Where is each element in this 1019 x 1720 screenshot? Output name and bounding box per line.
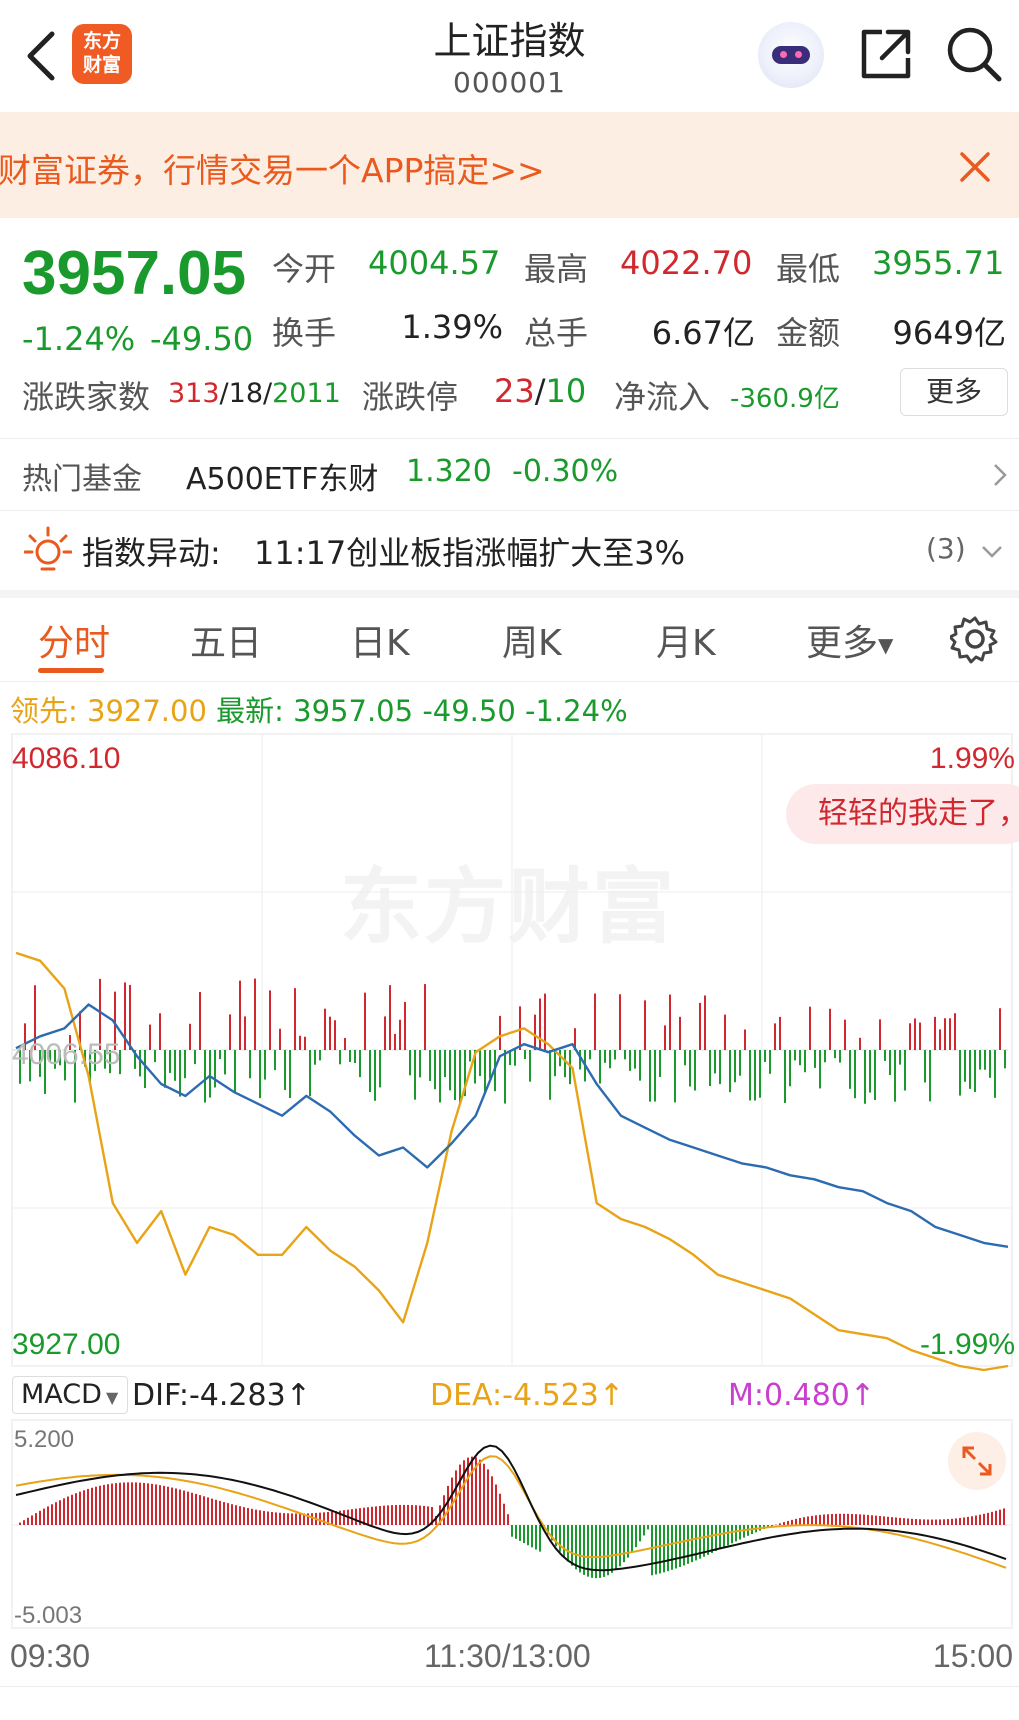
- time-mid: 11:30/13:00: [424, 1638, 591, 1674]
- axis-top-price: 4086.10: [12, 742, 121, 775]
- dropdown-caret-icon: ▼: [105, 1388, 119, 1407]
- macd-top-value: 5.200: [14, 1426, 75, 1453]
- macd-m: M:0.480↑: [728, 1378, 876, 1413]
- axis-top-pct: 1.99%: [929, 742, 1015, 775]
- time-start: 09:30: [10, 1638, 91, 1674]
- axis-bottom-pct: -1.99%: [919, 1328, 1015, 1361]
- macd-dif: DIF:-4.283↑: [132, 1378, 311, 1413]
- macd-grid: [11, 1419, 1013, 1629]
- axis-mid-price: 4006.55: [12, 1038, 121, 1071]
- indicator-selector[interactable]: MACD ▼: [12, 1376, 128, 1414]
- macd-frame: [11, 1419, 1013, 1629]
- expand-chart-button[interactable]: [948, 1432, 1006, 1490]
- bottom-strip: [0, 1686, 1019, 1720]
- macd-header: MACD ▼ DIF:-4.283↑ DEA:-4.523↑ M:0.480↑: [0, 1370, 1019, 1420]
- expand-icon: [962, 1446, 992, 1476]
- time-end: 15:00: [932, 1638, 1013, 1674]
- comment-bubble[interactable]: 轻轻的我走了，: [786, 784, 1019, 844]
- axis-bottom-price: 3927.00: [12, 1328, 121, 1361]
- indicator-selector-label: MACD: [21, 1379, 102, 1410]
- macd-dea: DEA:-4.523↑: [430, 1378, 625, 1413]
- macd-bottom-value: -5.003: [14, 1602, 83, 1629]
- macd-histogram: [19, 1456, 1005, 1579]
- intraday-chart[interactable]: [0, 0, 1019, 1720]
